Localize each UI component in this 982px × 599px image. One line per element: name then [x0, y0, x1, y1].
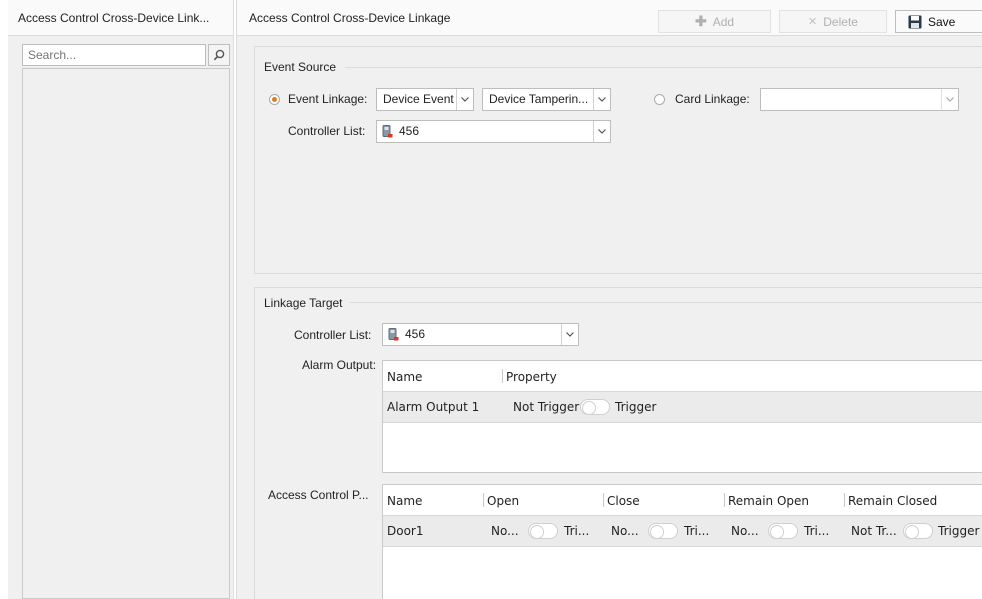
event-type-select[interactable]: Device Event: [376, 88, 474, 111]
search-icon: [213, 49, 225, 61]
device-tree[interactable]: [22, 68, 230, 599]
column-separator: [603, 493, 604, 507]
save-icon: [908, 15, 922, 28]
linkage-target-title: Linkage Target: [264, 296, 343, 310]
column-separator: [502, 369, 503, 383]
column-header-remain-open: Remain Open: [728, 494, 810, 508]
not-trigger-label: Not Trigger: [513, 400, 580, 414]
linkage-target-section: Linkage Target Controller List: 456 Alar…: [254, 287, 982, 599]
source-controller-value: 456: [399, 124, 420, 138]
column-header-name: Name: [387, 370, 423, 384]
column-separator: [844, 493, 845, 507]
access-controller-icon: [388, 328, 399, 341]
remain-open-on-label: Tri...: [804, 524, 830, 538]
remain-closed-trigger-toggle[interactable]: [903, 523, 933, 539]
access-control-point-label: Access Control P...: [268, 488, 369, 502]
remain-closed-on-label: Trigger: [938, 524, 980, 538]
card-linkage-select[interactable]: [760, 88, 959, 111]
event-type-value: Device Event: [383, 92, 454, 106]
column-header-remain-closed: Remain Closed: [848, 494, 938, 508]
delete-button[interactable]: ✕ Delete: [779, 10, 887, 33]
search-bar: [22, 44, 230, 66]
target-controller-value: 456: [405, 327, 426, 341]
trigger-label: Trigger: [615, 400, 657, 414]
plus-icon: ✚: [694, 13, 707, 29]
column-header-close: Close: [607, 494, 640, 508]
column-header-name: Name: [387, 494, 423, 508]
close-icon: ✕: [808, 16, 818, 28]
chevron-down-icon: [941, 89, 958, 110]
alarm-output-name: Alarm Output 1: [387, 400, 480, 414]
column-header-open: Open: [487, 494, 520, 508]
table-row[interactable]: Alarm Output 1 Not Trigger Trigger: [383, 391, 982, 423]
close-off-label: No...: [611, 524, 639, 538]
remain-closed-off-label: Not Tr...: [851, 524, 897, 538]
close-on-label: Tri...: [684, 524, 710, 538]
target-controller-select[interactable]: 456: [382, 323, 579, 346]
table-row[interactable]: Door1 No... Tri... No... Tri... No... Tr…: [383, 515, 982, 547]
source-controller-select[interactable]: 456: [376, 120, 611, 143]
door-name: Door1: [387, 524, 424, 538]
chevron-down-icon: [561, 324, 578, 345]
event-linkage-radio[interactable]: [269, 94, 280, 105]
chevron-down-icon: [456, 89, 473, 110]
event-linkage-label: Event Linkage:: [288, 92, 368, 106]
access-controller-icon: [382, 125, 393, 138]
linkage-config-panel: Access Control Cross-Device Linkage ✚ Ad…: [236, 0, 982, 599]
section-divider: [345, 67, 982, 68]
event-source-section: Event Source Event Linkage: Device Event…: [254, 46, 982, 274]
add-button[interactable]: ✚ Add: [658, 10, 771, 33]
close-trigger-toggle[interactable]: [648, 523, 678, 539]
door-table: Name Open Close Remain Open Remain Close…: [382, 484, 982, 599]
remain-open-off-label: No...: [731, 524, 759, 538]
column-header-property: Property: [506, 370, 557, 384]
section-divider: [350, 302, 982, 303]
controller-list-label: Controller List:: [288, 124, 366, 138]
left-panel-title: Access Control Cross-Device Link...: [8, 0, 233, 36]
column-separator: [483, 493, 484, 507]
alarm-output-label: Alarm Output:: [302, 358, 377, 372]
remain-open-trigger-toggle[interactable]: [768, 523, 798, 539]
add-button-label: Add: [712, 14, 735, 29]
page-title: Access Control Cross-Device Linkage: [249, 11, 451, 25]
alarm-output-trigger-toggle[interactable]: [580, 399, 610, 415]
chevron-down-icon: [593, 121, 610, 142]
event-source-title: Event Source: [264, 60, 337, 74]
target-controller-list-label: Controller List:: [294, 328, 372, 342]
device-tree-panel: Access Control Cross-Device Link...: [8, 0, 234, 599]
search-input[interactable]: [22, 44, 206, 66]
open-on-label: Tri...: [564, 524, 590, 538]
save-button-label: Save: [928, 14, 956, 29]
door-table-header: Name Open Close Remain Open Remain Close…: [383, 485, 982, 515]
card-linkage-radio[interactable]: [654, 94, 665, 105]
column-separator: [724, 493, 725, 507]
event-value: Device Tamperin...: [489, 92, 589, 106]
event-select[interactable]: Device Tamperin...: [482, 88, 611, 111]
search-button[interactable]: [208, 44, 230, 66]
open-trigger-toggle[interactable]: [528, 523, 558, 539]
open-off-label: No...: [491, 524, 519, 538]
card-linkage-label: Card Linkage:: [675, 92, 750, 106]
alarm-table-header: Name Property: [383, 361, 982, 391]
alarm-output-table: Name Property Alarm Output 1 Not Trigger…: [382, 360, 982, 473]
chevron-down-icon: [593, 89, 610, 110]
save-button[interactable]: Save: [895, 10, 982, 33]
delete-button-label: Delete: [823, 14, 858, 29]
right-panel-header: Access Control Cross-Device Linkage ✚ Ad…: [237, 0, 982, 36]
